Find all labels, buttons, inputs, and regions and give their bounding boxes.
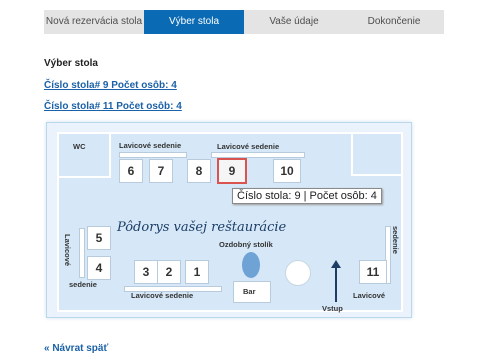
entrance-arrow-icon <box>331 260 341 302</box>
section-title: Výber stola <box>44 58 98 69</box>
table-11[interactable]: 11 <box>359 260 387 284</box>
table-5[interactable]: 5 <box>87 226 111 250</box>
decor-table <box>242 252 260 278</box>
selected-table-link-9[interactable]: Číslo stola# 9 Počet osôb: 4 <box>44 80 177 91</box>
selected-table-link-11[interactable]: Číslo stola# 11 Počet osôb: 4 <box>44 101 182 112</box>
bench-left <box>79 228 85 278</box>
bench-top-left <box>119 152 187 158</box>
tab-table-selection[interactable]: Výber stola <box>144 10 244 34</box>
bench-label-left: Lavicové <box>63 234 72 267</box>
wizard-tabs: Nová rezervácia stola Výber stola Vaše ú… <box>44 10 444 34</box>
bar: Bar <box>233 281 271 303</box>
back-link[interactable]: « Návrat späť <box>44 343 108 354</box>
bench-label-left-bottom: sedenie <box>69 280 97 289</box>
wc-label: WC <box>73 142 86 151</box>
floor-plan-room: WC Lavicové sedenie Lavicové sedenie 6 7… <box>57 132 403 313</box>
bench-label-top-right: Lavicové sedenie <box>217 142 280 151</box>
floor-plan: WC Lavicové sedenie Lavicové sedenie 6 7… <box>46 122 412 318</box>
table-10[interactable]: 10 <box>273 159 301 183</box>
table-1[interactable]: 1 <box>185 260 209 284</box>
table-9-selected[interactable]: 9 <box>217 158 247 184</box>
bench-label-top-left: Lavicové sedenie <box>119 141 182 150</box>
round-decor <box>285 260 311 286</box>
entrance-label: Vstup <box>322 304 343 313</box>
table-3[interactable]: 3 <box>134 260 158 284</box>
table-2[interactable]: 2 <box>157 260 181 284</box>
tab-new-reservation[interactable]: Nová rezervácia stola <box>44 10 144 34</box>
tab-your-details[interactable]: Vaše údaje <box>244 10 344 34</box>
bar-label: Bar <box>243 287 256 296</box>
tab-completion[interactable]: Dokončenie <box>344 10 444 34</box>
table-8[interactable]: 8 <box>187 159 211 183</box>
table-4[interactable]: 4 <box>87 256 111 280</box>
decor-table-label: Ozdobný stolík <box>219 240 273 249</box>
bench-label-right-vertical: sedenie <box>391 226 400 254</box>
table-6[interactable]: 6 <box>119 159 143 183</box>
table-7[interactable]: 7 <box>149 159 173 183</box>
bench-label-bottom: Lavicové sedenie <box>131 291 194 300</box>
bench-label-right-bottom: Lavicové <box>353 291 386 300</box>
table-tooltip: Číslo stola: 9 | Počet osôb: 4 <box>232 188 382 204</box>
floor-plan-title: Pôdorys vašej reštaurácie <box>117 220 287 235</box>
